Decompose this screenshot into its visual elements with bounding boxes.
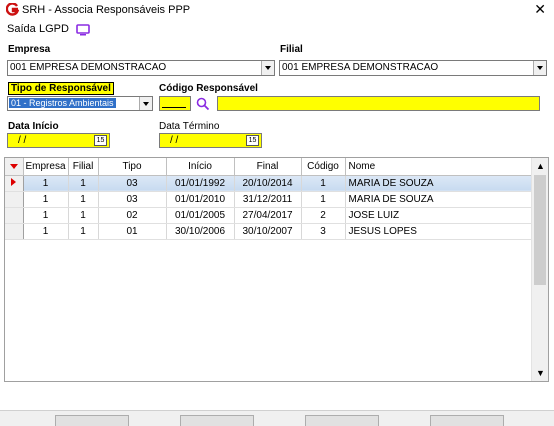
app-logo-icon	[6, 3, 19, 16]
row-indicator[interactable]	[5, 223, 24, 240]
grid-header: Empresa Filial Tipo Início Final Código …	[5, 158, 539, 176]
cell-codigo[interactable]: 1	[301, 175, 346, 192]
empresa-select[interactable]: 001 EMPRESA DEMONSTRACAO	[7, 60, 275, 76]
row-indicator[interactable]	[5, 175, 24, 192]
table-row[interactable]: 1 1 02 01/01/2005 27/04/2017 2 JOSE LUIZ	[5, 207, 539, 224]
cell-empresa[interactable]: 1	[23, 223, 69, 240]
cell-filial[interactable]: 1	[68, 207, 99, 224]
menu-lgpd[interactable]: LGPD	[39, 23, 69, 35]
codigo-cursor	[162, 107, 186, 108]
scroll-up-icon[interactable]: ▲	[536, 161, 545, 171]
calendar-icon[interactable]: 15	[94, 135, 107, 146]
cell-final[interactable]: 27/04/2017	[234, 207, 302, 224]
cell-filial[interactable]: 1	[68, 223, 99, 240]
cell-inicio[interactable]: 01/01/2010	[166, 191, 235, 208]
row-indicator[interactable]	[5, 191, 24, 208]
bottom-button-3[interactable]	[305, 415, 379, 426]
cell-nome[interactable]: JOSE LUIZ	[345, 207, 539, 224]
cell-codigo[interactable]: 1	[301, 191, 346, 208]
menu-saida[interactable]: Saída	[7, 23, 36, 35]
codigo-responsavel-label: Código Responsável	[159, 83, 258, 94]
empresa-dropdown-icon[interactable]	[261, 61, 274, 75]
data-inicio-input[interactable]: / / 15	[7, 133, 110, 148]
data-inicio-value: / /	[18, 135, 27, 146]
codigo-responsavel-input[interactable]	[159, 96, 191, 111]
cell-inicio[interactable]: 01/01/2005	[166, 207, 235, 224]
filial-dropdown-icon[interactable]	[533, 61, 546, 75]
empresa-value: 001 EMPRESA DEMONSTRACAO	[10, 62, 167, 73]
table-row[interactable]: 1 1 03 01/01/2010 31/12/2011 1 MARIA DE …	[5, 191, 539, 208]
bottom-button-4[interactable]	[430, 415, 504, 426]
menu-bar: Saída LGPD	[0, 22, 554, 38]
cell-empresa[interactable]: 1	[23, 191, 69, 208]
row-indicator[interactable]	[5, 207, 24, 224]
bottom-button-1[interactable]	[55, 415, 129, 426]
scroll-down-icon[interactable]: ▼	[536, 368, 545, 378]
cell-tipo[interactable]: 02	[98, 207, 167, 224]
cell-tipo[interactable]: 03	[98, 191, 167, 208]
monitor-icon[interactable]	[76, 24, 90, 36]
bottom-button-bar	[0, 410, 554, 426]
data-termino-label: Data Término	[159, 121, 220, 132]
empresa-label: Empresa	[8, 44, 51, 55]
cell-inicio[interactable]: 01/01/1992	[166, 175, 235, 192]
window-title: SRH - Associa Responsáveis PPP	[22, 4, 191, 16]
cell-final[interactable]: 31/12/2011	[234, 191, 302, 208]
nome-responsavel-input[interactable]	[217, 96, 540, 111]
col-final[interactable]: Final	[234, 158, 302, 176]
cell-tipo[interactable]: 01	[98, 223, 167, 240]
filial-label: Filial	[280, 44, 303, 55]
search-icon[interactable]	[196, 97, 210, 111]
tipo-responsavel-value: 01 - Registros Ambientais	[9, 98, 116, 108]
cell-codigo[interactable]: 2	[301, 207, 346, 224]
cell-codigo[interactable]: 3	[301, 223, 346, 240]
col-tipo[interactable]: Tipo	[98, 158, 167, 176]
cell-final[interactable]: 20/10/2014	[234, 175, 302, 192]
bottom-button-2[interactable]	[180, 415, 254, 426]
cell-tipo[interactable]: 03	[98, 175, 167, 192]
filial-select[interactable]: 001 EMPRESA DEMONSTRACAO	[279, 60, 547, 76]
cell-empresa[interactable]: 1	[23, 207, 69, 224]
filial-value: 001 EMPRESA DEMONSTRACAO	[282, 62, 439, 73]
table-row[interactable]: 1 1 03 01/01/1992 20/10/2014 1 MARIA DE …	[5, 175, 539, 192]
cell-nome[interactable]: JESUS LOPES	[345, 223, 539, 240]
data-termino-value: / /	[170, 135, 179, 146]
calendar-icon[interactable]: 15	[246, 135, 259, 146]
close-icon[interactable]: ✕	[534, 2, 546, 18]
col-codigo[interactable]: Código	[301, 158, 346, 176]
col-empresa[interactable]: Empresa	[23, 158, 69, 176]
col-nome[interactable]: Nome	[345, 158, 539, 176]
cell-nome[interactable]: MARIA DE SOUZA	[345, 175, 539, 192]
vertical-scrollbar[interactable]: ▲ ▼	[531, 158, 548, 381]
title-bar: SRH - Associa Responsáveis PPP ✕	[0, 0, 554, 20]
table-row[interactable]: 1 1 01 30/10/2006 30/10/2007 3 JESUS LOP…	[5, 223, 539, 240]
scroll-thumb[interactable]	[534, 175, 546, 285]
cell-filial[interactable]: 1	[68, 191, 99, 208]
col-filial[interactable]: Filial	[68, 158, 99, 176]
cell-filial[interactable]: 1	[68, 175, 99, 192]
responsaveis-grid[interactable]: Empresa Filial Tipo Início Final Código …	[4, 157, 549, 382]
cell-final[interactable]: 30/10/2007	[234, 223, 302, 240]
sort-indicator[interactable]	[5, 158, 24, 176]
data-termino-input[interactable]: / / 15	[159, 133, 262, 148]
data-inicio-label: Data Início	[8, 121, 59, 132]
col-inicio[interactable]: Início	[166, 158, 235, 176]
tipo-responsavel-select[interactable]: 01 - Registros Ambientais	[7, 96, 153, 111]
cell-empresa[interactable]: 1	[23, 175, 69, 192]
tipo-dropdown-icon[interactable]	[139, 97, 152, 110]
cell-nome[interactable]: MARIA DE SOUZA	[345, 191, 539, 208]
tipo-responsavel-label: Tipo de Responsável	[8, 82, 114, 95]
cell-inicio[interactable]: 30/10/2006	[166, 223, 235, 240]
